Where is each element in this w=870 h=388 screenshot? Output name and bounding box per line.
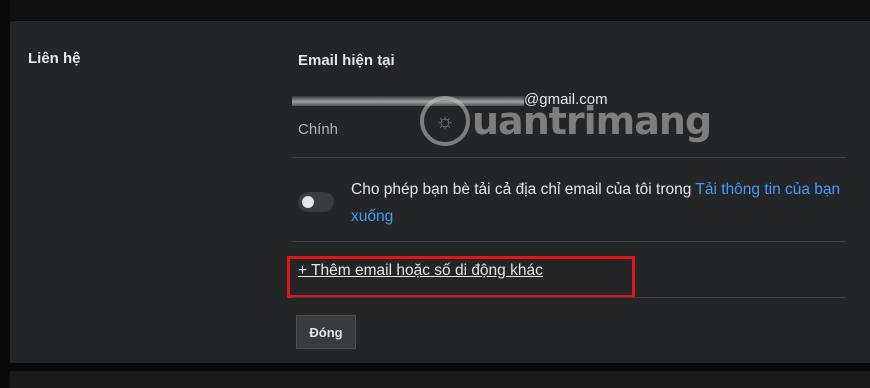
bottom-bar [10, 371, 870, 388]
primary-email-label: Chính [298, 121, 339, 138]
watermark-text: uantrimang [472, 99, 712, 143]
current-email-title: Email hiện tại [298, 52, 395, 69]
toggle-description-text: Cho phép bạn bè tải cả địa chỉ email của… [351, 181, 696, 198]
section-label: Liên hệ [28, 50, 81, 67]
toggle-knob [302, 196, 314, 208]
divider [292, 157, 846, 158]
close-button[interactable]: Đóng [296, 315, 356, 349]
divider [292, 241, 846, 242]
top-bar [10, 0, 870, 20]
toggle-description: Cho phép bạn bè tải cả địa chỉ email của… [351, 176, 851, 230]
lightbulb-icon: ☼ [420, 96, 470, 146]
allow-download-email-toggle[interactable] [298, 192, 334, 212]
divider [292, 297, 846, 298]
watermark-logo: ☼ uantrimang [420, 96, 712, 146]
add-email-or-phone-link[interactable]: + Thêm email hoặc số di động khác [298, 262, 543, 280]
